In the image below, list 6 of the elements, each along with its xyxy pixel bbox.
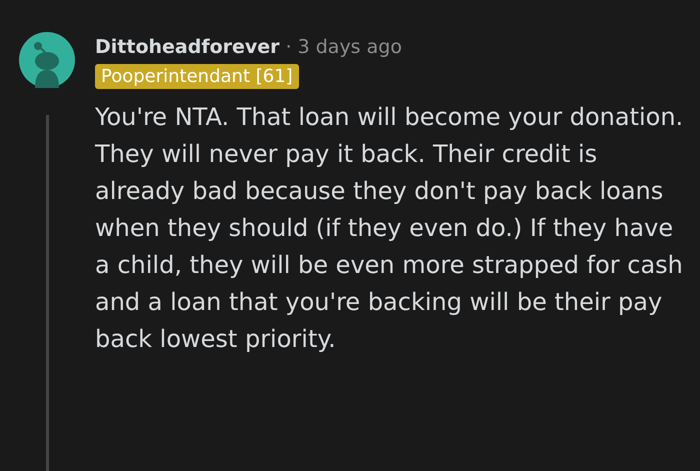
avatar-icon[interactable] bbox=[19, 32, 75, 88]
timestamp: 3 days ago bbox=[298, 36, 402, 58]
user-flair: Pooperintendant [61] bbox=[95, 64, 299, 89]
username[interactable]: Dittoheadforever bbox=[95, 36, 280, 58]
comment-body: You're NTA. That loan will become your donation. They will never pay it back. Their credit is already bad because they don't pay back loans when they should (if they even do.) If they have a child, they will be even more strapped for cash and a loan that you're backing will be their pay back lowest priority. bbox=[95, 102, 684, 355]
separator: · bbox=[286, 36, 292, 58]
